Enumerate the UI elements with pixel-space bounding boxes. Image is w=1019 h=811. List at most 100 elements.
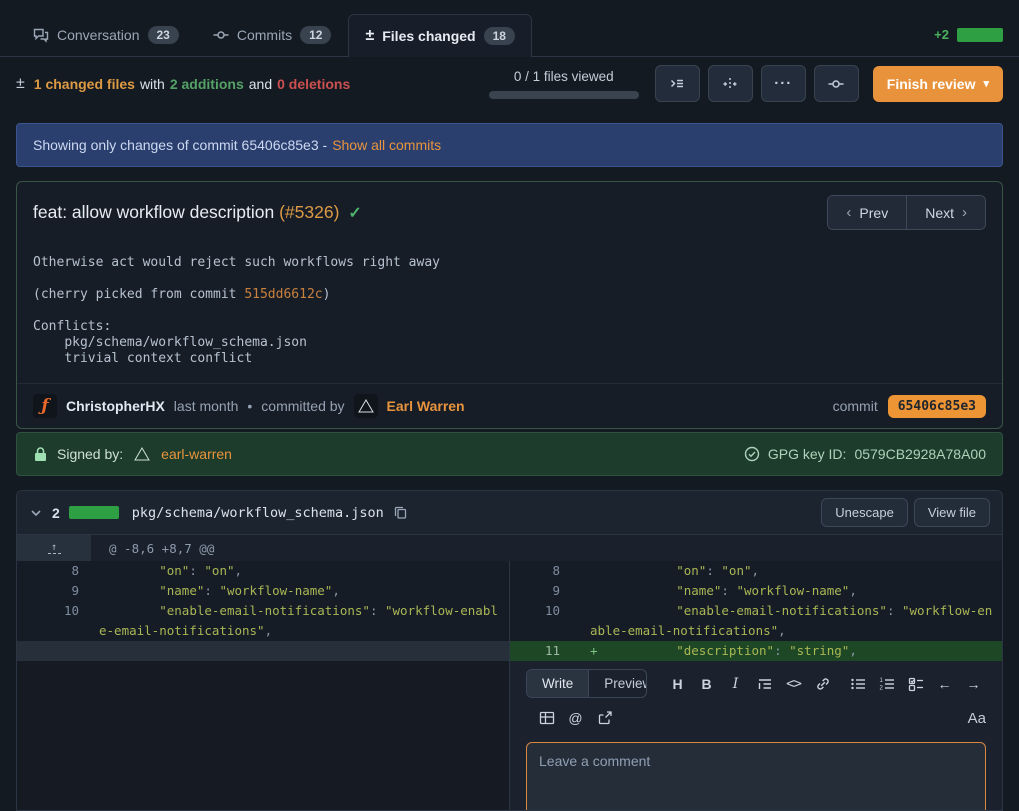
tab-write[interactable]: Write [527,670,588,697]
diffstat-bar [957,28,1003,42]
next-commit-button[interactable]: Next › [906,196,985,229]
commit-issue-link[interactable]: (#5326) [279,202,339,222]
diffstat: +2 [934,27,1003,56]
tab-conversation-label: Conversation [57,27,140,43]
expand-up-icon: ↑ [51,543,57,552]
reference-button[interactable] [592,705,617,731]
cherry-pick-text: ) [323,287,331,302]
gpg-check-icon [744,446,760,462]
ellipsis-icon: ··· [774,75,792,92]
file-change-count: 2 [52,505,60,521]
files-viewed-progress: 0 / 1 files viewed [489,69,639,99]
diff-line-number-new[interactable]: 8 [510,561,572,581]
diff-code-new: "on": "on", [572,561,1002,581]
diff-code-old: "enable-email-notifications": "workflow-… [91,601,510,641]
file-tree-toggle-button[interactable] [655,65,700,102]
collapse-file-icon[interactable] [29,506,43,520]
commit-title: feat: allow workflow description (#5326) [33,202,339,223]
finish-review-label: Finish review [887,76,976,92]
table-button[interactable] [534,705,559,731]
unescape-button[interactable]: Unescape [821,498,908,527]
indent-button[interactable]: → [961,671,986,697]
mention-button[interactable]: @ [563,705,588,731]
cherry-pick-hash-link[interactable]: 515dd6612c [244,287,322,302]
chevron-right-icon: › [962,204,967,221]
tab-files-changed[interactable]: ± Files changed 18 [348,14,532,57]
copy-path-icon[interactable] [393,505,408,520]
diff-code-old: "on": "on", [91,561,510,581]
svg-text:2: 2 [879,685,883,691]
signer-name[interactable]: earl-warren [161,446,232,462]
commit-filter-notice: Showing only changes of commit 65406c85e… [16,123,1003,167]
diff-left-empty [17,661,510,810]
conflicts-line: pkg/schema/workflow_schema.json [33,335,307,350]
changed-files-summary: ± 1 changed files with 2 additions and 0… [16,75,350,93]
quote-icon [757,676,773,692]
author-avatar[interactable]: ƒ [33,394,57,418]
outdent-button[interactable]: ← [932,671,957,697]
bold-button[interactable]: B [694,671,719,697]
diff-table: 8 "on": "on",8 "on": "on",9 "name": "wor… [17,561,1002,661]
expand-up-icon [48,553,61,554]
font-toggle-button[interactable]: Aa [968,710,986,727]
files-changed-count-badge: 18 [484,27,515,45]
diff-line-number-old[interactable]: 8 [17,561,91,581]
diff-options-button[interactable]: ··· [761,65,806,102]
commit-hash-badge[interactable]: 65406c85e3 [888,395,986,418]
commit-author-row: ƒ ChristopherHX last month • committed b… [17,383,1002,428]
show-all-commits-link[interactable]: Show all commits [332,137,441,153]
reference-icon [597,710,613,726]
commit-nav: ‹ Prev Next › [827,195,986,230]
diff-line-number-old[interactable] [17,641,91,661]
tab-commits[interactable]: Commits 12 [196,13,349,56]
commit-select-button[interactable] [814,65,859,102]
author-name[interactable]: ChristopherHX [66,398,165,414]
summary-text: with [140,76,165,92]
tab-preview[interactable]: Preview [588,670,647,697]
hunk-header: @ -8,6 +8,7 @@ [91,535,214,561]
file-name[interactable]: pkg/schema/workflow_schema.json [132,505,384,521]
comment-textarea[interactable] [526,742,986,810]
ordered-list-button[interactable]: 12 [874,671,899,697]
expand-hunk-button[interactable]: ↑ [17,535,91,561]
task-list-button[interactable] [903,671,928,697]
view-file-button[interactable]: View file [914,498,990,527]
commit-icon [213,27,229,43]
prev-commit-button[interactable]: ‹ Prev [828,196,906,229]
committer-name[interactable]: Earl Warren [387,398,465,414]
code-button[interactable]: <> [781,671,806,697]
next-label: Next [925,205,954,221]
diff-line-number-new[interactable]: 11 [510,641,572,661]
committed-by-label: committed by [261,398,344,414]
quote-button[interactable] [752,671,777,697]
unordered-list-button[interactable] [845,671,870,697]
heading-button[interactable]: H [665,671,690,697]
diff-toolbar: ± 1 changed files with 2 additions and 0… [0,57,1019,110]
diff-hunk-row: ↑ @ -8,6 +8,7 @@ [17,535,1002,561]
svg-text:1: 1 [879,678,883,684]
tab-files-changed-label: Files changed [382,28,475,44]
changed-files-count: 1 changed files [34,76,135,92]
conflicts-line: trivial context conflict [33,351,252,366]
dot-separator: • [247,398,252,414]
commit-label: commit [833,398,878,414]
diff-line-number-new[interactable]: 9 [510,581,572,601]
committer-avatar[interactable] [354,394,378,418]
commit-icon [828,76,844,92]
deletions-count: 0 deletions [277,76,350,92]
signer-avatar[interactable] [132,444,152,464]
conversation-icon [33,27,49,43]
diff-line-number-old[interactable]: 9 [17,581,91,601]
diff-line-number-old[interactable]: 10 [17,601,91,641]
unordered-list-icon [850,676,866,692]
diff-line-number-new[interactable]: 10 [510,601,572,641]
italic-button[interactable]: I [723,671,748,697]
commit-body-conflicts: Conflicts: pkg/schema/workflow_schema.js… [33,319,986,367]
split-view-button[interactable] [708,65,753,102]
finish-review-button[interactable]: Finish review ▾ [873,66,1003,102]
diff-code-new: "enable-email-notifications": "workflow-… [572,601,1002,641]
commits-count-badge: 12 [300,26,331,44]
tab-conversation[interactable]: Conversation 23 [16,13,196,56]
commit-title-text: feat: allow workflow description [33,202,274,222]
link-button[interactable] [810,671,835,697]
